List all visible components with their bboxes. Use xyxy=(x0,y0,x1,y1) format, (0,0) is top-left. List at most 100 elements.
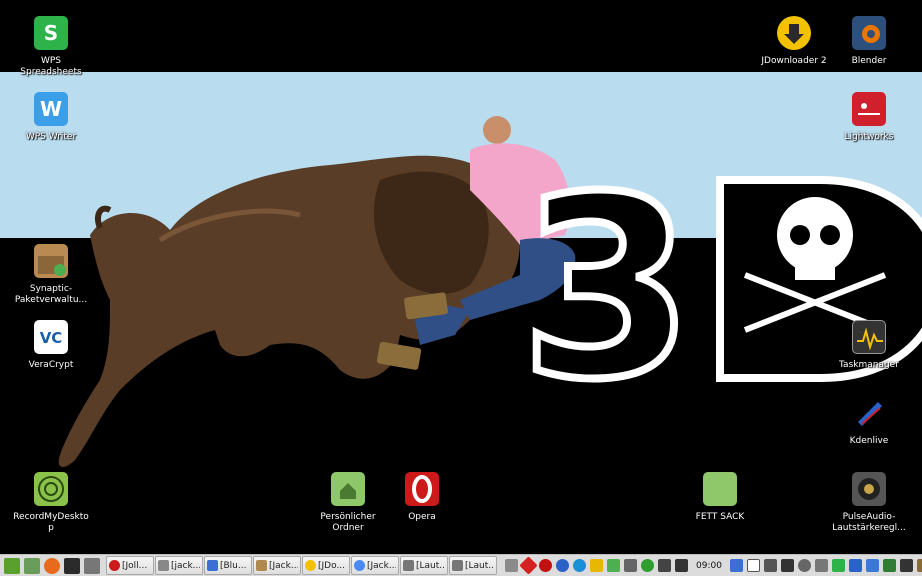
wallpaper-3d-logo: 3 xyxy=(516,139,922,438)
window-button[interactable]: [Jack... xyxy=(351,556,399,575)
settings-icon[interactable] xyxy=(797,559,811,572)
home-folder-icon xyxy=(331,472,365,506)
desktop-icon-recordmydesktop[interactable]: RecordMyDesktop xyxy=(11,472,91,534)
system-tray-right xyxy=(728,559,922,572)
system-tray xyxy=(503,556,690,575)
desktop-icon-jdownloader[interactable]: JDownloader 2 xyxy=(754,16,834,67)
update-shield-icon[interactable] xyxy=(607,559,620,572)
desktop-icon-synaptic[interactable]: Synaptic-Paketverwaltu... xyxy=(11,244,91,306)
monitor-icon[interactable] xyxy=(780,559,794,572)
window-button-label: [Laut... xyxy=(465,560,494,571)
opera-icon xyxy=(405,472,439,506)
opera-icon xyxy=(109,560,120,571)
calculator-icon[interactable] xyxy=(763,559,777,572)
volume-icon xyxy=(452,560,463,571)
wps-spreadsheets-icon: S xyxy=(34,16,68,50)
desktop-icon-home-folder[interactable]: Persönlicher Ordner xyxy=(308,472,388,534)
jdownloader-icon xyxy=(777,16,811,50)
svg-text:VC: VC xyxy=(40,329,63,347)
window-button[interactable]: [Laut... xyxy=(400,556,448,575)
show-desktop-icon[interactable] xyxy=(24,557,40,574)
desktop-icon-wps-spreadsheets[interactable]: S WPS Spreadsheets xyxy=(11,16,91,78)
icon-label: Persönlicher Ordner xyxy=(320,512,376,533)
desktop-icon-kdenlive[interactable]: Kdenlive xyxy=(829,396,909,447)
pulseaudio-icon xyxy=(852,472,886,506)
calendar-icon[interactable] xyxy=(746,559,760,572)
window-button-label: [JDo... xyxy=(318,560,346,571)
desktop-icon-opera[interactable]: Opera xyxy=(382,472,462,523)
speaker-icon[interactable] xyxy=(675,559,688,572)
terminal-icon[interactable] xyxy=(64,557,80,574)
window-button[interactable]: [Blu... xyxy=(204,556,252,575)
desktop-icon-wps-writer[interactable]: W WPS Writer xyxy=(11,92,91,143)
svg-text:W: W xyxy=(40,97,62,121)
window-button-label: [Blu... xyxy=(220,560,247,571)
taskbar: [Joll... [jack... [Blu... [Jack... [JDo.… xyxy=(0,554,922,576)
files-icon xyxy=(158,560,169,571)
avidemux-icon[interactable] xyxy=(865,559,879,572)
disk-icon[interactable] xyxy=(814,559,828,572)
redshift-icon[interactable] xyxy=(519,556,538,575)
kdenlive-icon xyxy=(852,396,886,430)
icon-label: Lightworks xyxy=(844,132,894,142)
icon-label: Blender xyxy=(851,56,887,66)
jdownloader-icon xyxy=(305,560,316,571)
wps-tray-icon[interactable] xyxy=(831,559,845,572)
icon-label: WPS Writer xyxy=(25,132,77,142)
desktop-icon-lightworks[interactable]: Lightworks xyxy=(829,92,909,143)
wallpaper-art: 3 xyxy=(58,116,922,467)
window-button[interactable]: [jack... xyxy=(155,556,203,575)
firefox-icon[interactable] xyxy=(44,557,60,574)
window-button[interactable]: [Jack... xyxy=(253,556,301,575)
icon-label: FETT SACK xyxy=(695,512,745,522)
window-button-label: [Joll... xyxy=(122,560,148,571)
wps-writer-icon: W xyxy=(34,92,68,126)
bluetooth-tray-icon[interactable] xyxy=(556,559,569,572)
icon-label: JDownloader 2 xyxy=(761,56,827,66)
icon-label: Opera xyxy=(408,512,436,522)
icon-label: WPS Spreadsheets xyxy=(20,56,82,77)
svg-text:S: S xyxy=(44,21,58,45)
mint-menu-icon[interactable] xyxy=(4,557,20,574)
icon-label: VeraCrypt xyxy=(28,360,74,370)
window-button[interactable]: [Joll... xyxy=(106,556,154,575)
kde-connect-icon[interactable] xyxy=(848,559,862,572)
bluetooth-icon xyxy=(207,560,218,571)
desktop-icon-taskmanager[interactable]: Taskmanager xyxy=(829,320,909,371)
icon-label: Synaptic-Paketverwaltu... xyxy=(14,284,88,305)
network-icon[interactable] xyxy=(505,559,518,572)
sync-icon[interactable] xyxy=(658,559,671,572)
clock[interactable]: 09:00 xyxy=(696,561,722,571)
recordmydesktop-icon xyxy=(34,472,68,506)
taskmanager-icon xyxy=(852,320,886,354)
window-button[interactable]: [JDo... xyxy=(302,556,350,575)
signal-icon[interactable] xyxy=(624,559,637,572)
bluetooth-tray-icon-2[interactable] xyxy=(573,559,586,572)
icon-label: Kdenlive xyxy=(849,436,889,446)
media-player-icon[interactable] xyxy=(899,559,913,572)
desktop: 3 S WPS Spreadsheets W WPS Writer Synapt… xyxy=(0,0,922,554)
archive-icon[interactable] xyxy=(916,559,922,572)
icon-label: RecordMyDesktop xyxy=(13,512,89,533)
window-button-label: [Jack... xyxy=(269,560,298,571)
window-button-label: [jack... xyxy=(171,560,200,571)
veracrypt-icon: VC xyxy=(34,320,68,354)
synaptic-package-icon xyxy=(34,244,68,278)
desktop-icon-veracrypt[interactable]: VC VeraCrypt xyxy=(11,320,91,371)
folder-icon xyxy=(703,472,737,506)
red-diamond-icon[interactable] xyxy=(539,559,552,572)
desktop-icon-blender[interactable]: Blender xyxy=(829,16,909,67)
volume-icon xyxy=(403,560,414,571)
image-viewer-icon xyxy=(256,560,267,571)
blender-icon xyxy=(852,16,886,50)
desktop-icon-pulseaudio[interactable]: PulseAudio-Lautstärkeregl... xyxy=(829,472,909,534)
lightworks-icon xyxy=(852,92,886,126)
window-button[interactable]: [Laut... xyxy=(449,556,497,575)
notes-icon[interactable] xyxy=(729,559,743,572)
checkmark-icon[interactable] xyxy=(641,559,654,572)
jdownloader-tray-icon[interactable] xyxy=(590,559,603,572)
icon-label: Taskmanager xyxy=(839,360,899,370)
desktop-icon-fett-sack[interactable]: FETT SACK xyxy=(680,472,760,523)
monitor-green-icon[interactable] xyxy=(882,559,896,572)
files-icon[interactable] xyxy=(84,557,100,574)
